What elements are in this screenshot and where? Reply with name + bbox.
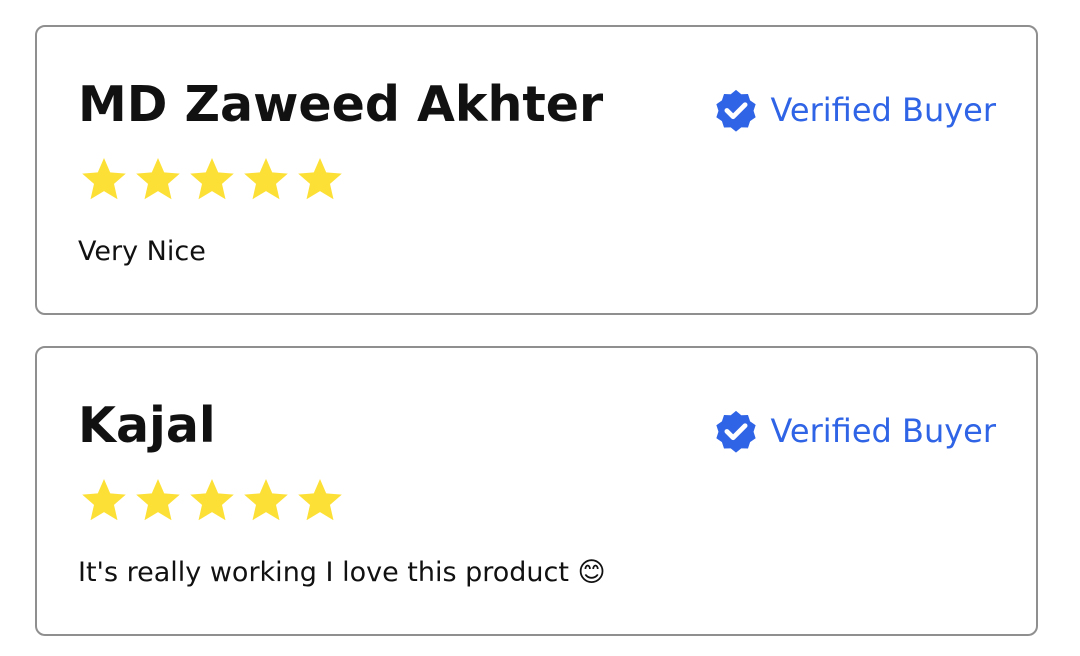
star-rating <box>79 476 345 526</box>
star-icon <box>298 479 342 521</box>
star-icon <box>82 479 126 521</box>
star-icon <box>190 479 234 521</box>
review-text: It's really working I love this product … <box>78 557 606 588</box>
star-icon <box>244 479 288 521</box>
star-icon <box>136 158 180 200</box>
verified-buyer-badge: Verified Buyer <box>713 85 996 135</box>
verified-buyer-badge: Verified Buyer <box>713 406 996 456</box>
star-rating <box>79 155 345 205</box>
star-icon <box>136 479 180 521</box>
star-icon <box>244 158 288 200</box>
star-icon <box>298 158 342 200</box>
verified-badge-icon <box>713 408 759 454</box>
star-icon <box>82 158 126 200</box>
verified-badge-icon <box>713 87 759 133</box>
star-icon <box>190 158 234 200</box>
review-card: Kajal Verified Buyer It's really working… <box>35 346 1038 636</box>
verified-buyer-label: Verified Buyer <box>770 412 996 450</box>
review-text: Very Nice <box>78 236 206 267</box>
reviewer-name: Kajal <box>78 397 216 454</box>
reviewer-name: MD Zaweed Akhter <box>78 76 604 133</box>
verified-buyer-label: Verified Buyer <box>770 91 996 129</box>
review-card: MD Zaweed Akhter Verified Buyer Very Nic… <box>35 25 1038 315</box>
